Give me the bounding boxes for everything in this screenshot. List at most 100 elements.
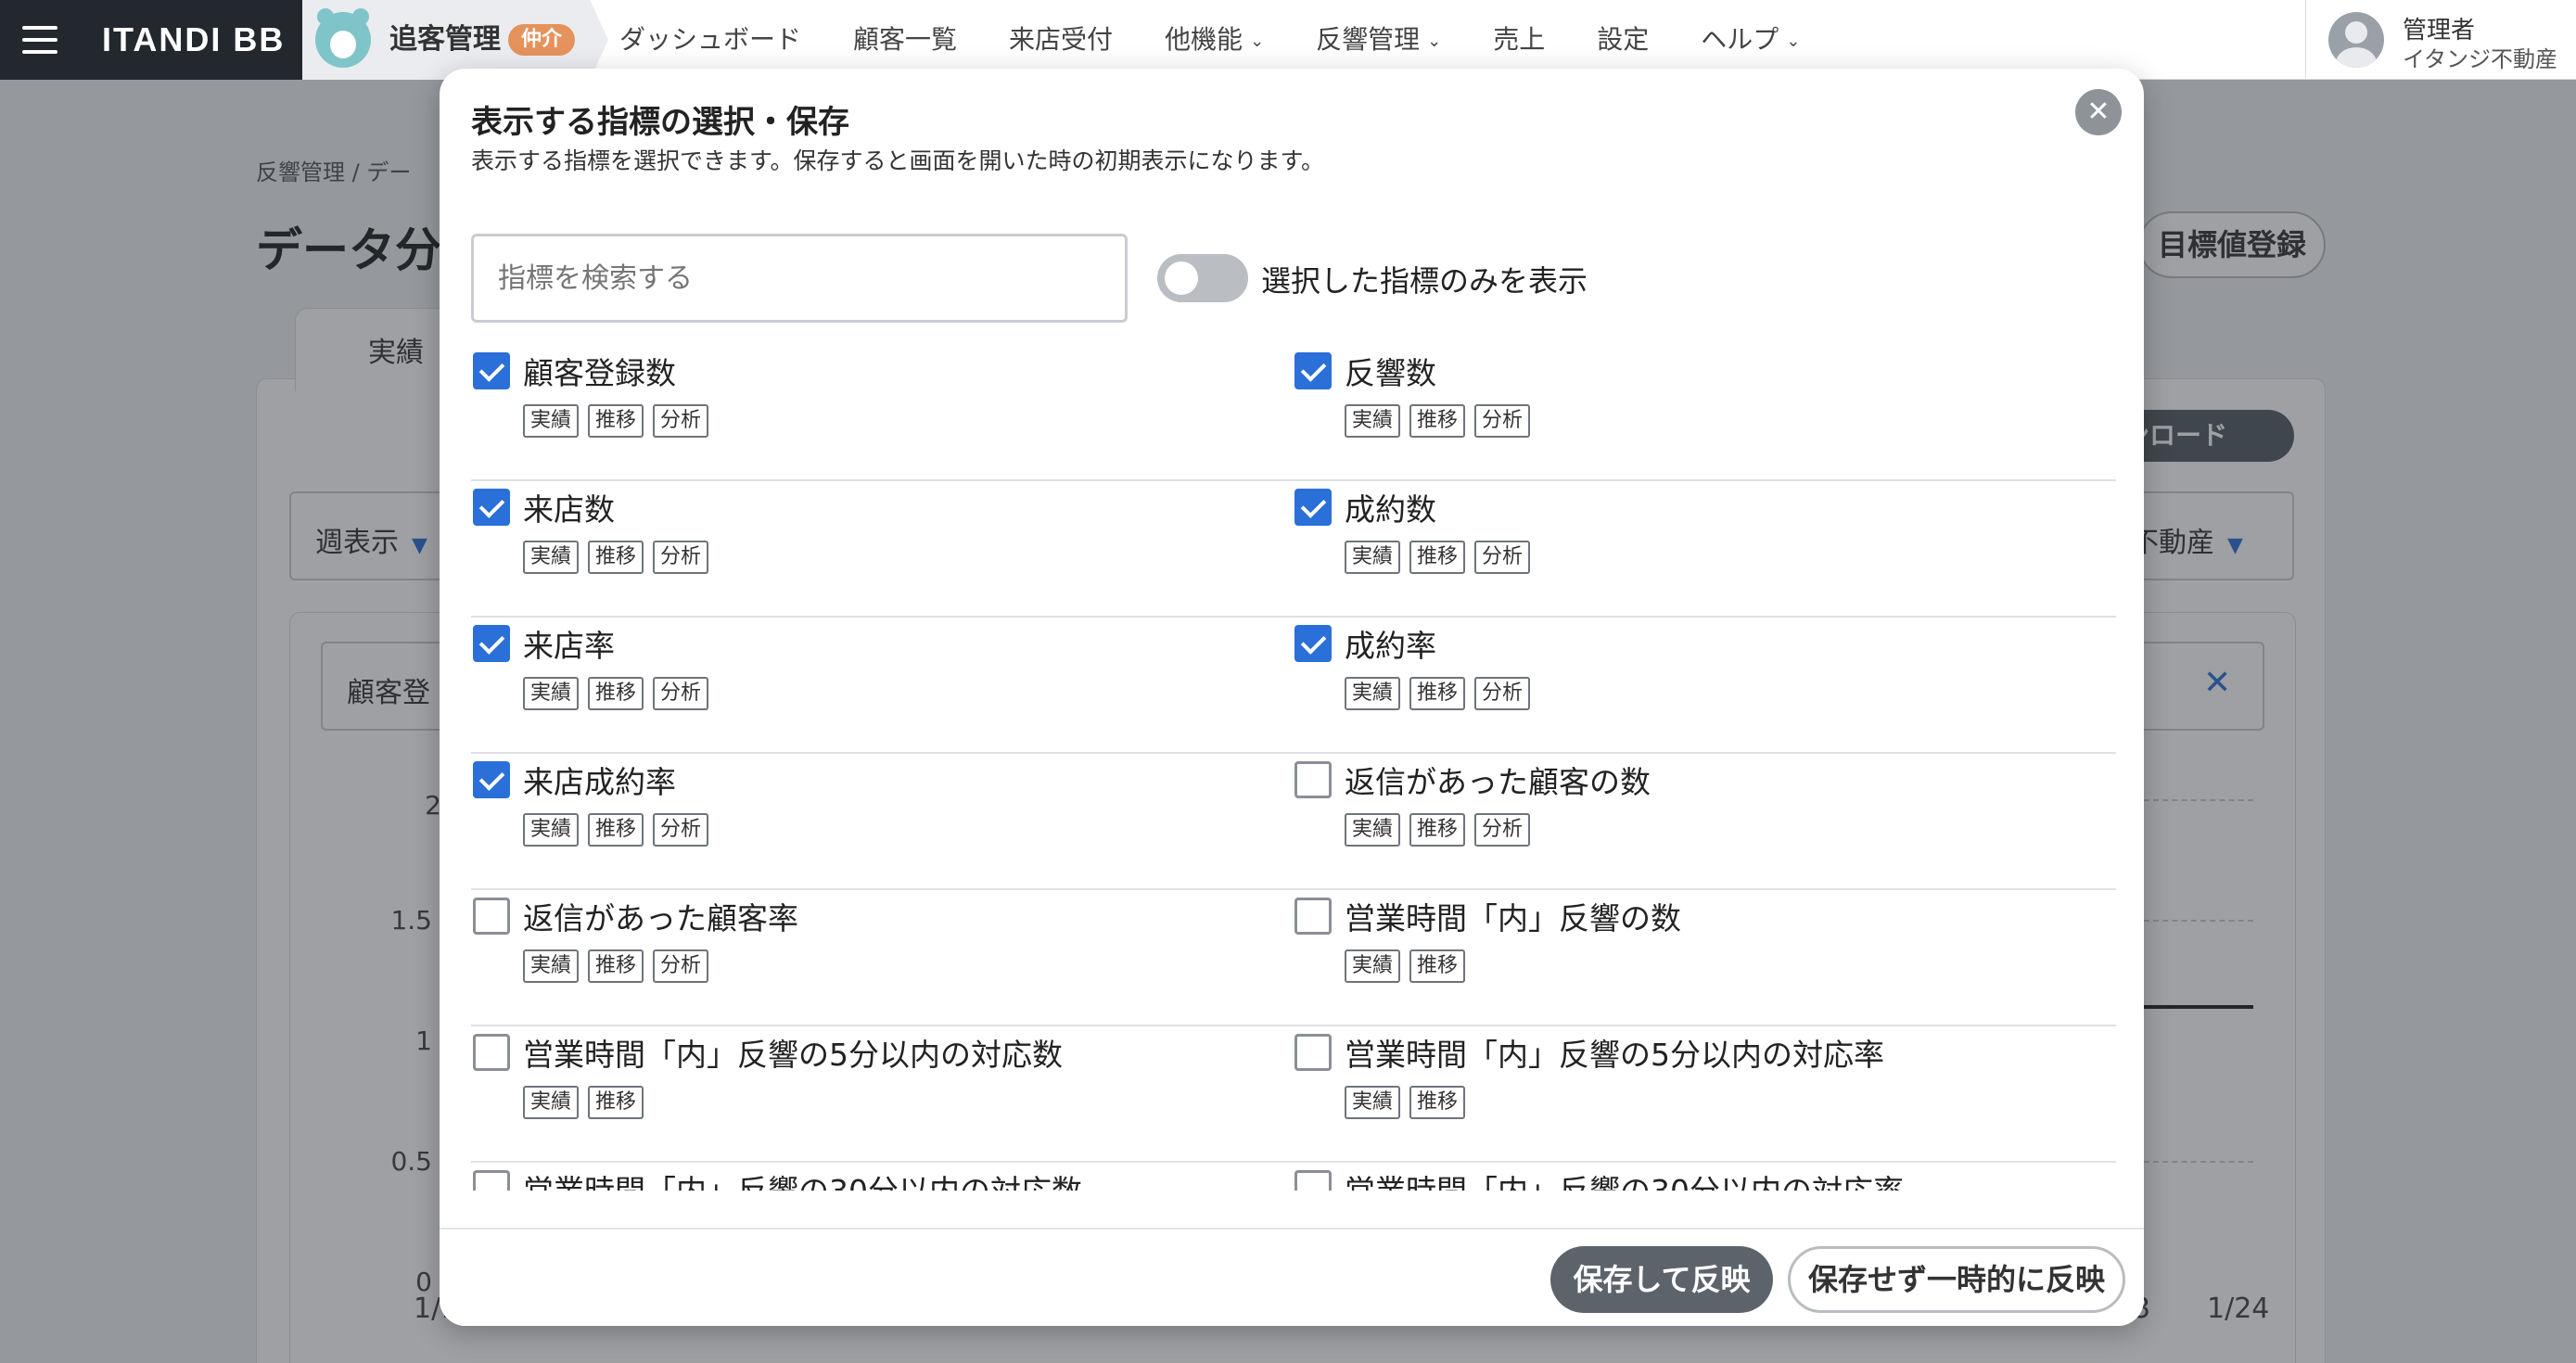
metric-option[interactable]: 成約数実績 推移 分析 xyxy=(1293,481,2109,617)
metric-tags: 実績 推移 分析 xyxy=(523,949,718,983)
metric-tag: 分析 xyxy=(653,677,709,710)
metric-tag: 推移 xyxy=(588,541,644,574)
metric-tag: 推移 xyxy=(588,677,644,710)
metric-tag: 実績 xyxy=(1345,1086,1401,1119)
metric-row: 来店率 実績 推移 分析 成約率 実績 推移 分析 xyxy=(471,618,2116,754)
metric-list[interactable]: 顧客登録数 実績 推移 分析 反響数 実績 推移 分析 来店数 実績 推移 分析 成約数 実績 推移 分析 来店… xyxy=(471,345,2116,1191)
metric-tag: 推移 xyxy=(588,404,644,438)
metric-tag: 分析 xyxy=(653,404,709,438)
metric-label: 来店率 xyxy=(523,628,615,664)
metric-label: 反響数 xyxy=(1345,355,1436,391)
nav-item-label: 売上 xyxy=(1493,24,1546,55)
metric-tag: 分析 xyxy=(653,541,709,574)
checkbox-checked[interactable] xyxy=(473,489,510,526)
metric-label: 営業時間「内」反響の数 xyxy=(1345,900,1681,936)
checkbox-checked[interactable] xyxy=(1294,489,1332,526)
metric-option[interactable]: 営業時間「内」反響の5分以内の対応数 実績 推移 xyxy=(471,1026,1287,1162)
metric-tag: 実績 xyxy=(1345,404,1401,438)
metric-label: 顧客登録数 xyxy=(523,355,676,391)
metric-option[interactable]: 成約率 実績 推移 分析 xyxy=(1293,618,2109,753)
checkbox-checked[interactable] xyxy=(1294,625,1332,662)
checkbox[interactable] xyxy=(473,898,510,935)
metric-option[interactable]: 営業時間「内」反響の30分以内の対応率 xyxy=(1293,1163,2109,1191)
metric-option[interactable]: 反響数実績 推移 分析 xyxy=(1293,345,2109,480)
selected-only-toggle[interactable] xyxy=(1157,254,1248,302)
metric-tag: 推移 xyxy=(1409,541,1466,574)
metric-tags: 実績 推移 分析 xyxy=(1345,404,1539,438)
metric-tag: 分析 xyxy=(1474,541,1531,574)
metric-row: 返信があった顧客率 実績 推移 分析 営業時間「内」反響の数 実績 推移 xyxy=(471,890,2116,1026)
apply-without-saving-button[interactable]: 保存せず一時的に反映 xyxy=(1788,1246,2125,1313)
selected-only-toggle-label: 選択した指標のみを表示 xyxy=(1261,263,1588,299)
modal-footer: 保存して反映 保存せず一時的に反映 xyxy=(440,1228,2144,1326)
metric-option[interactable]: 来店成約率実績 推移 分析 xyxy=(471,754,1287,889)
metric-selection-modal: 表示する指標の選択・保存 表示する指標を選択できます。保存すると画面を開いた時の… xyxy=(440,69,2144,1326)
metric-row: 来店成約率 実績 推移 分析 返信があった顧客の数 実績 推移 分析 xyxy=(471,754,2116,890)
checkbox-checked[interactable] xyxy=(473,352,510,389)
metric-tags: 実績 推移 xyxy=(1345,949,1474,983)
hamburger-menu-icon[interactable] xyxy=(0,0,80,80)
metric-tag: 推移 xyxy=(588,813,644,847)
metric-tag: 推移 xyxy=(1409,677,1466,710)
checkbox[interactable] xyxy=(1294,898,1332,935)
metric-tag: 推移 xyxy=(1409,1086,1466,1119)
checkbox-checked[interactable] xyxy=(473,761,510,798)
checkbox[interactable] xyxy=(473,1170,510,1191)
chevron-down-icon: ⌄ xyxy=(1427,32,1442,51)
metric-option[interactable]: 返信があった顧客の数 実績 推移 分析 xyxy=(1293,754,2109,889)
nav-item-label: ヘルプ xyxy=(1701,24,1779,55)
metric-tag: 実績 xyxy=(523,404,580,438)
metric-tags: 実績 推移 分析 xyxy=(1345,677,1539,710)
metric-option[interactable]: 来店数 実績 推移 分析 xyxy=(471,481,1287,617)
metric-tag: 実績 xyxy=(523,813,580,847)
metric-tags: 実績 推移 分析 xyxy=(523,813,718,847)
metric-option[interactable]: 営業時間「内」反響の5分以内の対応率 実績 推移 xyxy=(1293,1026,2109,1162)
checkbox-checked[interactable] xyxy=(473,625,510,662)
metric-tag: 推移 xyxy=(1409,813,1466,847)
metric-tags: 実績 推移 分析 xyxy=(523,541,718,574)
metric-tag: 実績 xyxy=(523,541,580,574)
metric-tag: 推移 xyxy=(588,1086,644,1119)
avatar-icon xyxy=(2328,12,2384,68)
modal-subtitle: 表示する指標を選択できます。保存すると画面を開いた時の初期表示になります。 xyxy=(471,147,1325,174)
modal-title: 表示する指標の選択・保存 xyxy=(471,104,849,141)
nav-item-label: ダッシュボード xyxy=(619,24,802,55)
metric-option[interactable]: 営業時間「内」反響の30分以内の対応数 xyxy=(471,1163,1287,1191)
close-icon[interactable]: ✕ xyxy=(2075,89,2122,135)
metric-tag: 実績 xyxy=(1345,541,1401,574)
metric-tag: 推移 xyxy=(1409,404,1466,438)
metric-label: 来店成約率 xyxy=(523,764,676,800)
nav-item-label: 他機能 xyxy=(1165,24,1243,55)
nav-item-label: 顧客一覧 xyxy=(853,24,958,55)
metric-label: 返信があった顧客率 xyxy=(523,900,798,936)
metric-tag: 実績 xyxy=(523,1086,580,1119)
checkbox[interactable] xyxy=(1294,1034,1332,1071)
nav-item-label: 来店受付 xyxy=(1009,24,1114,55)
user-company: イタンジ不動産 xyxy=(2403,46,2558,72)
metric-tags: 実績 推移 分析 xyxy=(1345,813,1539,847)
metric-option[interactable]: 顧客登録数実績 推移 分析 xyxy=(471,345,1287,480)
checkbox[interactable] xyxy=(473,1034,510,1071)
metric-tag: 実績 xyxy=(1345,677,1401,710)
metric-tags: 実績 推移 xyxy=(523,1086,653,1119)
metric-tag: 分析 xyxy=(653,949,709,983)
checkbox[interactable] xyxy=(1294,761,1332,798)
metric-label: 成約数 xyxy=(1345,491,1436,528)
checkbox-checked[interactable] xyxy=(1294,352,1332,389)
brand-logo[interactable]: ITANDI BB xyxy=(80,0,302,80)
metric-label: 返信があった顧客の数 xyxy=(1345,764,1651,800)
metric-option[interactable]: 営業時間「内」反響の数 実績 推移 xyxy=(1293,890,2109,1025)
metric-tag: 分析 xyxy=(1474,813,1531,847)
metric-option[interactable]: 来店率実績 推移 分析 xyxy=(471,618,1287,753)
metric-tags: 実績 推移 分析 xyxy=(523,677,718,710)
save-and-apply-button[interactable]: 保存して反映 xyxy=(1550,1246,1773,1313)
metric-option[interactable]: 返信があった顧客率 実績 推移 分析 xyxy=(471,890,1287,1025)
nav-item-label: 設定 xyxy=(1597,24,1650,55)
metric-search-input[interactable] xyxy=(471,234,1128,323)
checkbox[interactable] xyxy=(1294,1170,1332,1191)
metric-tag: 実績 xyxy=(523,949,580,983)
nav-item-label: 反響管理 xyxy=(1316,24,1421,55)
user-menu[interactable]: 管理者 イタンジ不動産 xyxy=(2305,0,2576,80)
chevron-down-icon: ⌄ xyxy=(1250,32,1265,51)
metric-tags: 実績 推移 分析 xyxy=(1345,541,1539,574)
